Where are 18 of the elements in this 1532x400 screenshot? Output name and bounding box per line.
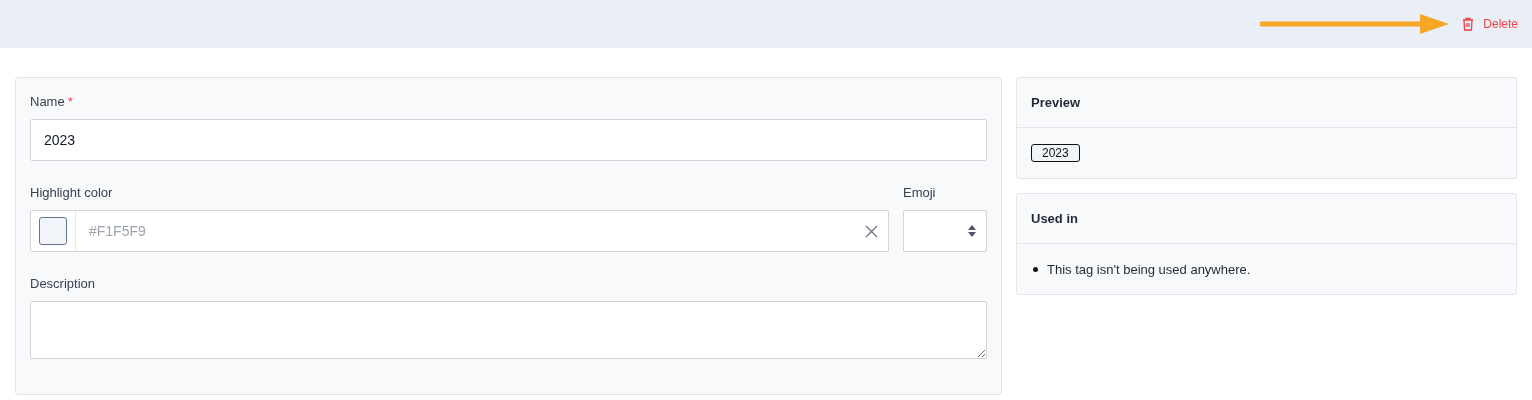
description-field[interactable] [30, 301, 987, 359]
field-label: Name [30, 94, 65, 111]
bullet-icon [1033, 266, 1038, 272]
color-swatch[interactable] [39, 217, 67, 245]
card-title: Used in [1031, 211, 1078, 226]
color-field[interactable]: #F1F5F9 [30, 210, 889, 252]
list-item-text: This tag isn't being used anywhere. [1047, 261, 1251, 277]
required-mark: * [67, 94, 73, 111]
field-label: Description [30, 276, 96, 293]
tag-chip: 2023 [1031, 144, 1080, 162]
clear-icon[interactable] [865, 224, 878, 238]
name-field[interactable]: 2023 [30, 119, 987, 161]
hex-input[interactable]: #F1F5F9 [76, 223, 865, 239]
card-title: Preview [1031, 95, 1081, 110]
field-label: Highlight color [30, 185, 113, 202]
field-label: Emoji [903, 185, 936, 202]
sort-caret-icon [967, 224, 977, 238]
trash-icon [1462, 17, 1475, 31]
